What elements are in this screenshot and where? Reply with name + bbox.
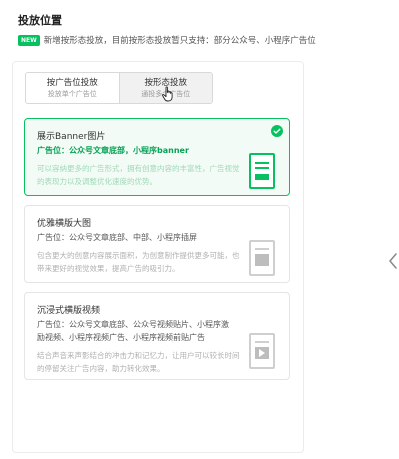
option-title: 沉浸式横版视频 (37, 306, 101, 316)
option-banner[interactable]: 展示Banner图片 广告位：公众号文章底部，小程序banner 可以容纳更多的… (24, 118, 290, 196)
placement-mode-tabs: 按广告位投放 投放单个广告位 按形态投放 通投多个广告位 (25, 72, 213, 104)
tab-by-position[interactable]: 按广告位投放 投放单个广告位 (26, 73, 119, 103)
banner-layout-icon (249, 153, 275, 189)
new-badge: NEW (18, 34, 40, 46)
play-icon (259, 349, 265, 357)
option-position: 广告位：公众号文章底部、中部、小程序插屏 (37, 233, 197, 242)
option-description: 可以容纳更多的广告形式，拥有创意内容的丰富性，广告视觉的表现力以及调整优化速度的… (37, 164, 240, 186)
option-description: 结合声音来声影结合的冲击力和记忆力，让用户可以较长时间的停留关注广告内容，助力转… (37, 351, 240, 373)
tab-title: 按广告位投放 (46, 78, 98, 88)
notice-bar: NEW 新增按形态投放，目前按形态投放暂只支持：部分公众号、小程序广告位 (18, 33, 316, 47)
hand-cursor-icon (162, 86, 173, 102)
option-title: 展示Banner图片 (37, 132, 106, 142)
tab-subtitle: 投放单个广告位 (47, 90, 97, 98)
option-position: 广告位：公众号文章底部、公众号视频贴片、小程序激励视频、小程序视频广告、小程序视… (37, 320, 229, 342)
large-image-layout-icon (249, 240, 275, 276)
option-position: 广告位：公众号文章底部，小程序banner (37, 146, 189, 155)
option-title: 优雅横版大图 (37, 219, 92, 229)
option-description: 包含更大的创意内容展示面积，为创意制作提供更多可能，也带来更好的视觉效果，提高广… (37, 251, 240, 273)
video-layout-icon (249, 333, 275, 369)
option-large-image[interactable]: 优雅横版大图 广告位：公众号文章底部、中部、小程序插屏 包含更大的创意内容展示面… (24, 205, 290, 283)
option-video[interactable]: 沉浸式横版视频 广告位：公众号文章底部、公众号视频贴片、小程序激励视频、小程序视… (24, 292, 290, 380)
chevron-left-icon[interactable] (388, 253, 398, 269)
notice-text: 新增按形态投放，目前按形态投放暂只支持：部分公众号、小程序广告位 (43, 36, 316, 46)
section-title: 投放位置 (18, 14, 62, 27)
check-circle-icon (271, 125, 283, 137)
